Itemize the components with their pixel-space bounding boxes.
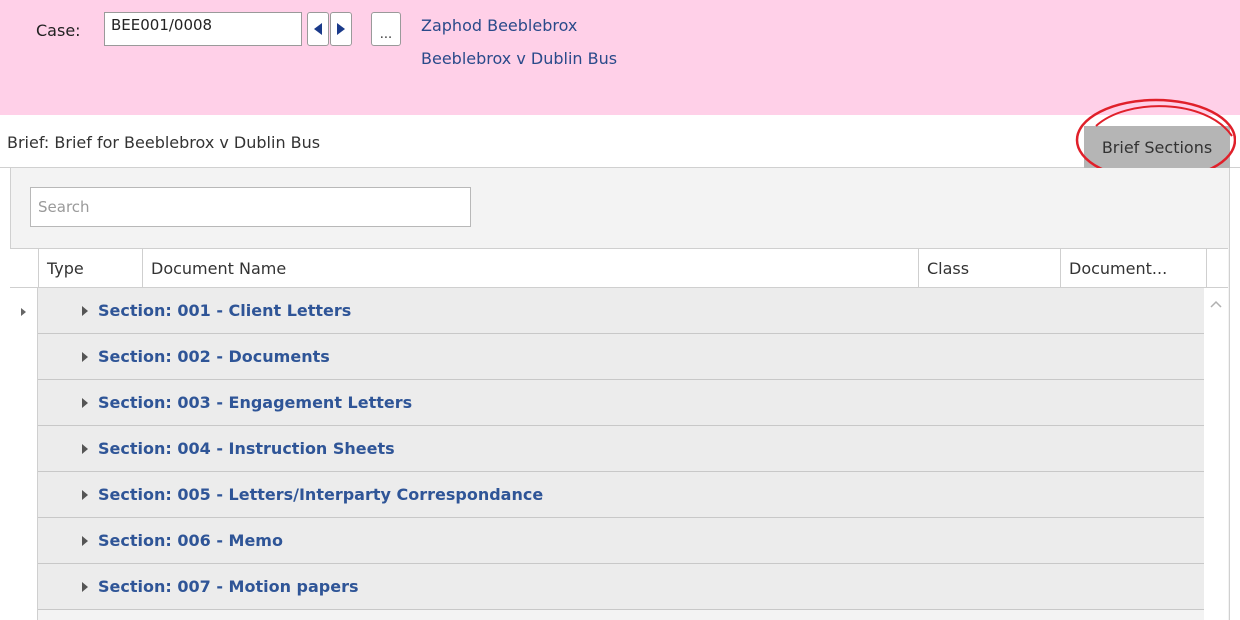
- expand-arrow-icon[interactable]: [82, 443, 88, 454]
- group-row[interactable]: Section: 002 - Documents: [38, 334, 1204, 380]
- matter-description: Beeblebrox v Dublin Bus: [421, 49, 618, 68]
- group-row[interactable]: Section: 005 - Letters/Interparty Corres…: [38, 472, 1204, 518]
- group-label: Section: 002 - Documents: [98, 347, 330, 366]
- group-label: Section: 004 - Instruction Sheets: [98, 439, 395, 458]
- column-header-type[interactable]: Type: [38, 249, 142, 287]
- row-indicator-column: [10, 288, 38, 620]
- scroll-up-icon[interactable]: [1208, 298, 1224, 310]
- expand-arrow-icon[interactable]: [82, 581, 88, 592]
- group-row[interactable]: Section: 006 - Memo: [38, 518, 1204, 564]
- expand-arrow-icon[interactable]: [82, 397, 88, 408]
- browse-cases-button[interactable]: ...: [371, 12, 401, 46]
- search-input[interactable]: [30, 187, 471, 227]
- group-label: Section: 001 - Client Letters: [98, 301, 352, 320]
- column-header-spacer: [1206, 249, 1228, 287]
- vertical-scrollbar[interactable]: [1204, 288, 1228, 620]
- row-indicator-icon: [21, 308, 26, 316]
- group-row[interactable]: Section: 007 - Motion papers: [38, 564, 1204, 610]
- expand-arrow-icon[interactable]: [82, 351, 88, 362]
- expand-arrow-icon[interactable]: [82, 489, 88, 500]
- group-row[interactable]: Section: 001 - Client Letters: [38, 288, 1204, 334]
- group-label: Section: 003 - Engagement Letters: [98, 393, 413, 412]
- group-label: Section: 006 - Memo: [98, 531, 283, 550]
- group-label: Section: 007 - Motion papers: [98, 577, 359, 596]
- group-row[interactable]: Section: 003 - Engagement Letters: [38, 380, 1204, 426]
- group-row[interactable]: Section: 004 - Instruction Sheets: [38, 426, 1204, 472]
- case-panel: Case: BEE001/0008 ... Zaphod Beeblebrox …: [0, 0, 1240, 115]
- brief-bar: Brief: Brief for Beeblebrox v Dublin Bus…: [0, 115, 1240, 168]
- previous-case-button[interactable]: [307, 12, 329, 46]
- prev-arrow-icon: [314, 23, 322, 35]
- next-case-button[interactable]: [330, 12, 352, 46]
- expand-arrow-icon[interactable]: [82, 305, 88, 316]
- brief-title: Brief: Brief for Beeblebrox v Dublin Bus: [7, 133, 321, 152]
- client-name: Zaphod Beeblebrox: [421, 16, 578, 35]
- column-header-row: Type Document Name Class Document...: [10, 248, 1228, 288]
- expand-arrow-icon[interactable]: [82, 535, 88, 546]
- case-label: Case:: [36, 21, 81, 40]
- brief-sections-button[interactable]: Brief Sections: [1084, 126, 1230, 168]
- column-header-class[interactable]: Class: [918, 249, 1060, 287]
- case-number-field[interactable]: BEE001/0008: [104, 12, 302, 46]
- column-header-document[interactable]: Document...: [1060, 249, 1206, 287]
- group-label: Section: 005 - Letters/Interparty Corres…: [98, 485, 544, 504]
- next-arrow-icon: [337, 23, 345, 35]
- group-rows: Section: 001 - Client Letters Section: 0…: [10, 288, 1228, 620]
- column-header-document-name[interactable]: Document Name: [142, 249, 918, 287]
